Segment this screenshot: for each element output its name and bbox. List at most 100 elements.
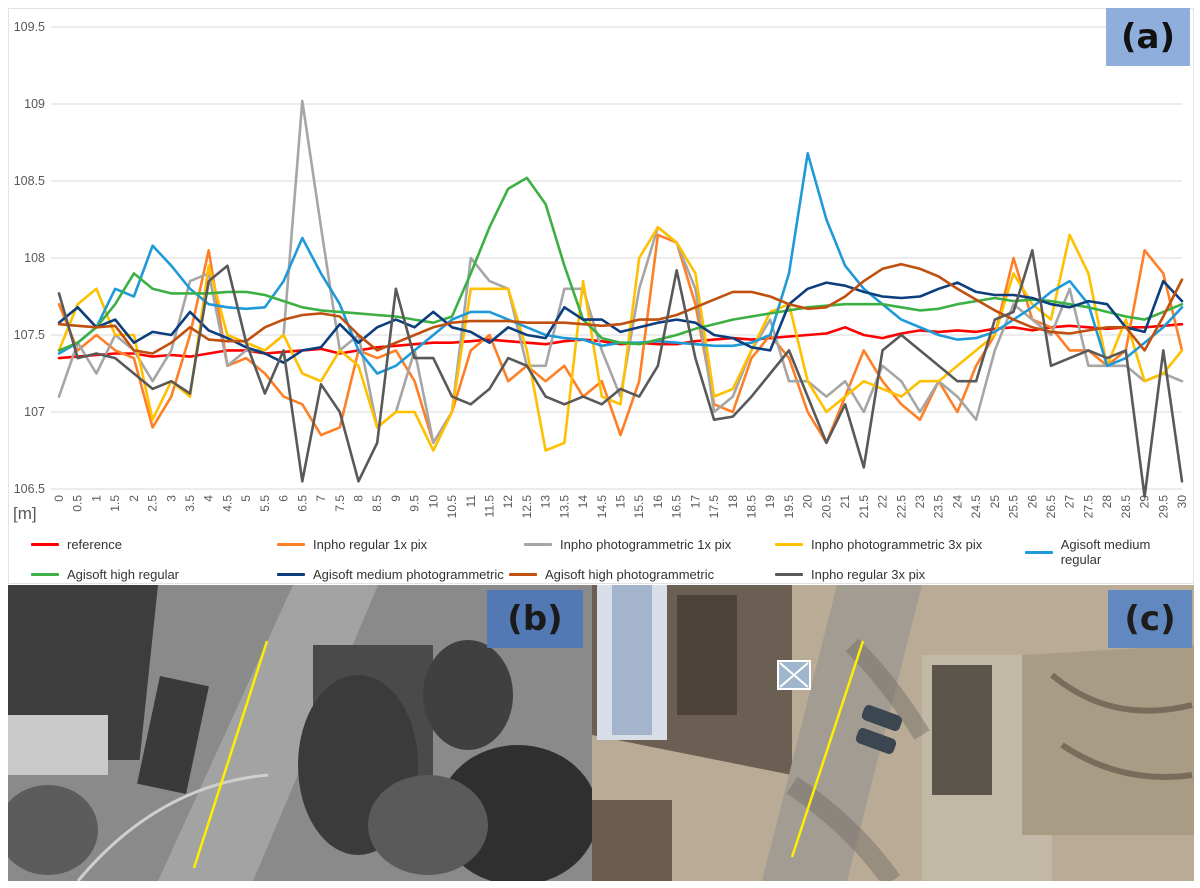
legend-label: Inpho photogrammetric 3x pix (811, 537, 983, 552)
legend-item: Inpho photogrammetric 1x pix (524, 537, 731, 552)
x-tick-label: 8.5 (370, 495, 384, 512)
legend-label: Agisoft medium photogrammetric (313, 567, 504, 582)
x-tick-label: 12 (501, 495, 515, 509)
x-tick-label: 9.5 (408, 495, 422, 512)
x-tick-label: 20.5 (819, 495, 833, 519)
legend-swatch (524, 543, 552, 546)
x-tick-label: 26.5 (1044, 495, 1058, 519)
legend-swatch (277, 543, 305, 546)
x-tick-label: 0 (52, 495, 66, 502)
x-tick-label: 20 (801, 495, 815, 509)
x-tick-label: 10 (426, 495, 440, 509)
series-line-inpho-photogrammetric-1x-pix (57, 99, 1184, 445)
x-tick-label: 21 (838, 495, 852, 509)
legend-item: Agisoft high regular (31, 567, 179, 582)
x-tick-label: 21.5 (857, 495, 871, 519)
legend-item: reference (31, 537, 122, 552)
x-tick-label: 1 (89, 495, 103, 502)
x-tick-label: 2 (127, 495, 141, 502)
x-tick-label: 7.5 (333, 495, 347, 512)
x-tick-label: 28.5 (1119, 495, 1133, 519)
x-tick-label: 5 (239, 495, 253, 502)
x-tick-label: 27 (1063, 495, 1077, 509)
legend-item: Inpho regular 1x pix (277, 537, 427, 552)
x-tick-label: 0.5 (71, 495, 85, 512)
legend-swatch (509, 573, 537, 576)
x-tick-label: 10.5 (445, 495, 459, 519)
x-tick-label: 5.5 (258, 495, 272, 512)
legend-item: Agisoft high photogrammetric (509, 567, 714, 582)
chart-panel: 106.5 107 107.5 108 108.5 109 109.5 0 0.5 1 1.5 2 2… (8, 8, 1194, 584)
legend-label: Inpho regular 3x pix (811, 567, 926, 582)
tree (423, 640, 513, 750)
x-tick-label: 12.5 (520, 495, 534, 519)
y-tick-label: 109 (24, 97, 45, 111)
legend-label: Agisoft high photogrammetric (545, 567, 715, 582)
elevation-profile-chart: 106.5107107.5108108.5109109.5 0 0.5 1 1.5 2 2… (13, 20, 1189, 523)
legend-label: reference (67, 537, 122, 552)
legend-item: Agisoft medium regular (1025, 537, 1193, 567)
x-tick-label: 23 (913, 495, 927, 509)
x-tick-label: 4.5 (220, 495, 234, 512)
series-lines (57, 99, 1184, 499)
x-tick-label: 18.5 (745, 495, 759, 519)
panel-label-c: (c) (1108, 590, 1192, 648)
rooftop-structure (677, 595, 737, 715)
x-axis-ticks: 0 0.5 1 1.5 2 2.5 3 3.5 4 4.5 5 5.5 6 6.5 7 7.5 8 8.5 9 9.5… (52, 495, 1189, 519)
x-tick-label: 16 (651, 495, 665, 509)
y-tick-label: 109.5 (14, 20, 45, 34)
shadow-structure (932, 665, 992, 795)
x-axis-label: [m] (13, 504, 37, 523)
aerial-photo-color (592, 585, 1194, 881)
x-tick-label: 17 (688, 495, 702, 509)
x-tick-label: 28 (1100, 495, 1114, 509)
x-tick-label: 30 (1175, 495, 1189, 509)
x-tick-label: 3.5 (183, 495, 197, 512)
x-tick-label: 29.5 (1156, 495, 1170, 519)
legend-item: Agisoft medium photogrammetric (277, 567, 504, 582)
x-tick-label: 26 (1025, 495, 1039, 509)
legend-label: Inpho regular 1x pix (313, 537, 428, 552)
x-tick-label: 19 (763, 495, 777, 509)
panel-label-b: (b) (487, 590, 583, 648)
x-tick-label: 15 (614, 495, 628, 509)
series-line-inpho-regular-3x-pix (57, 249, 1184, 499)
x-tick-label: 13 (539, 495, 553, 509)
x-tick-label: 15.5 (632, 495, 646, 519)
y-tick-label: 107 (24, 405, 45, 419)
legend-label: Inpho photogrammetric 1x pix (560, 537, 732, 552)
x-tick-label: 6 (277, 495, 291, 502)
x-tick-label: 23.5 (932, 495, 946, 519)
x-tick-label: 8 (351, 495, 365, 502)
x-tick-label: 19.5 (782, 495, 796, 519)
x-tick-label: 11.5 (482, 495, 496, 518)
y-tick-label: 106.5 (14, 482, 45, 496)
x-tick-label: 25 (988, 495, 1002, 509)
x-tick-label: 24.5 (969, 495, 983, 519)
x-tick-label: 11 (464, 495, 478, 508)
x-tick-label: 16.5 (670, 495, 684, 519)
x-tick-label: 6.5 (295, 495, 309, 512)
legend-label: Agisoft medium regular (1060, 537, 1151, 567)
legend-swatch (1025, 550, 1053, 554)
x-tick-label: 9 (389, 495, 403, 502)
y-tick-label: 107.5 (14, 328, 45, 342)
x-tick-label: 22.5 (894, 495, 908, 519)
x-tick-label: 27.5 (1081, 495, 1095, 519)
legend-item: Inpho regular 3x pix (775, 567, 925, 582)
x-tick-label: 3 (164, 495, 178, 502)
x-tick-label: 24 (950, 495, 964, 509)
y-tick-label: 108.5 (14, 174, 45, 188)
x-tick-label: 7 (314, 495, 328, 502)
legend-swatch (31, 543, 59, 546)
legend-label: Agisoft high regular (67, 567, 180, 582)
x-tick-label: 14 (576, 495, 590, 509)
x-tick-label: 1.5 (108, 495, 122, 512)
x-tick-label: 4 (202, 495, 216, 502)
building-terrace (8, 715, 108, 775)
legend-swatch (775, 573, 803, 576)
x-tick-label: 13.5 (557, 495, 571, 519)
y-axis-ticks: 106.5 107 107.5 108 108.5 109 109.5 (14, 20, 45, 496)
tree (368, 775, 488, 875)
x-tick-label: 18 (726, 495, 740, 509)
